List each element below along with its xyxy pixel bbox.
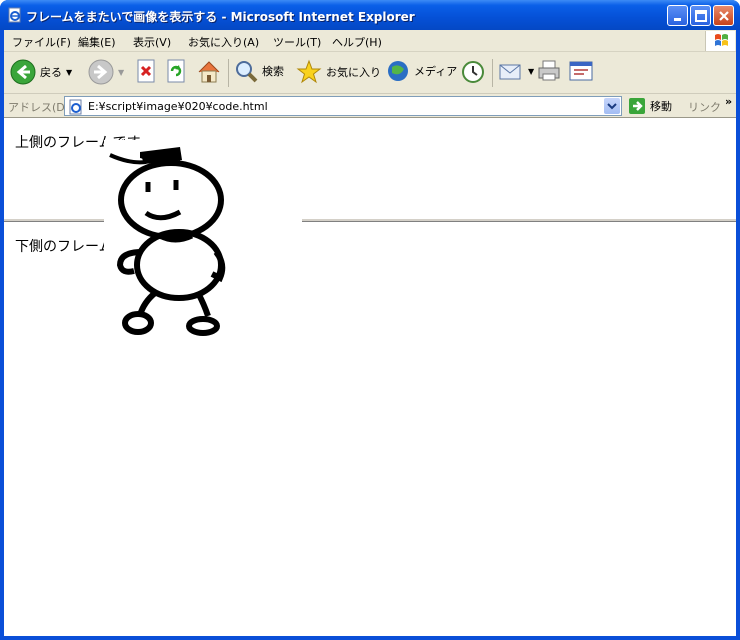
print-button[interactable] <box>536 59 562 83</box>
toolbar-separator <box>492 59 493 87</box>
forward-arrow-icon <box>88 59 114 85</box>
menu-edit[interactable]: 編集(E) <box>78 34 116 50</box>
media-button[interactable]: メディア <box>386 59 457 83</box>
edit-icon <box>569 61 593 81</box>
windows-flag-icon <box>705 31 735 51</box>
links-label[interactable]: リンク <box>688 99 721 115</box>
search-label: 検索 <box>262 65 284 78</box>
search-button[interactable]: 検索 <box>234 59 284 83</box>
character-image <box>104 140 302 340</box>
menu-favorites[interactable]: お気に入り(A) <box>188 34 259 50</box>
close-icon <box>719 11 729 21</box>
print-icon <box>538 60 560 81</box>
menu-help[interactable]: ヘルプ(H) <box>332 34 382 50</box>
address-label: アドレス(D) <box>8 101 70 114</box>
home-button[interactable] <box>196 59 222 85</box>
back-arrow-icon <box>10 59 36 85</box>
chevron-down-icon[interactable]: ▼ <box>528 67 534 76</box>
ie-page-icon <box>69 99 82 115</box>
stop-button[interactable] <box>136 59 156 83</box>
address-url: E:¥script¥image¥020¥code.html <box>88 100 268 113</box>
chevron-down-icon <box>607 103 617 110</box>
mail-icon <box>499 64 521 80</box>
edit-button[interactable] <box>568 59 594 83</box>
go-arrow-icon <box>629 98 645 114</box>
forward-button[interactable]: ▼ <box>88 59 124 85</box>
media-icon <box>388 61 408 81</box>
address-input[interactable]: E:¥script¥image¥020¥code.html <box>64 96 622 116</box>
toolbar: 戻る ▼ ▼ 検索 お気に入り メディア ▼ <box>4 52 736 94</box>
history-icon <box>462 61 484 83</box>
links-more-icon[interactable]: » <box>725 95 732 108</box>
search-icon <box>236 61 258 83</box>
favorites-star-icon <box>296 59 322 84</box>
favorites-button[interactable]: お気に入り <box>296 59 381 85</box>
minimize-button[interactable] <box>667 5 688 26</box>
maximize-icon <box>695 10 707 22</box>
mail-button[interactable]: ▼ <box>498 59 534 83</box>
title-bar: フレームをまたいで画像を表示する - Microsoft Internet Ex… <box>0 0 740 30</box>
go-label: 移動 <box>650 100 672 113</box>
stop-icon <box>137 59 155 83</box>
address-dropdown-button[interactable] <box>604 98 620 114</box>
minimize-icon <box>674 18 681 21</box>
refresh-icon <box>167 59 185 83</box>
close-button[interactable] <box>713 5 734 26</box>
menu-file[interactable]: ファイル(F) <box>12 34 71 50</box>
chevron-down-icon[interactable]: ▼ <box>118 68 124 77</box>
address-bar: アドレス(D) E:¥script¥image¥020¥code.html 移動… <box>4 94 736 118</box>
menu-view[interactable]: 表示(V) <box>133 34 171 50</box>
back-label: 戻る <box>40 66 62 79</box>
favorites-label: お気に入り <box>326 66 381 79</box>
window-title: フレームをまたいで画像を表示する - Microsoft Internet Ex… <box>26 10 415 24</box>
ie-page-icon <box>8 7 21 23</box>
history-button[interactable] <box>460 59 486 85</box>
toolbar-separator <box>228 59 229 87</box>
menu-tools[interactable]: ツール(T) <box>273 34 321 50</box>
back-button[interactable]: 戻る ▼ <box>10 59 72 85</box>
go-button[interactable]: 移動 <box>628 97 672 115</box>
home-icon <box>198 61 220 83</box>
browser-window: フレームをまたいで画像を表示する - Microsoft Internet Ex… <box>0 0 740 640</box>
maximize-button[interactable] <box>690 5 711 26</box>
chevron-down-icon[interactable]: ▼ <box>66 68 72 77</box>
refresh-button[interactable] <box>166 59 186 83</box>
menu-bar: ファイル(F) 編集(E) 表示(V) お気に入り(A) ツール(T) ヘルプ(… <box>4 30 736 52</box>
media-label: メディア <box>414 65 458 78</box>
